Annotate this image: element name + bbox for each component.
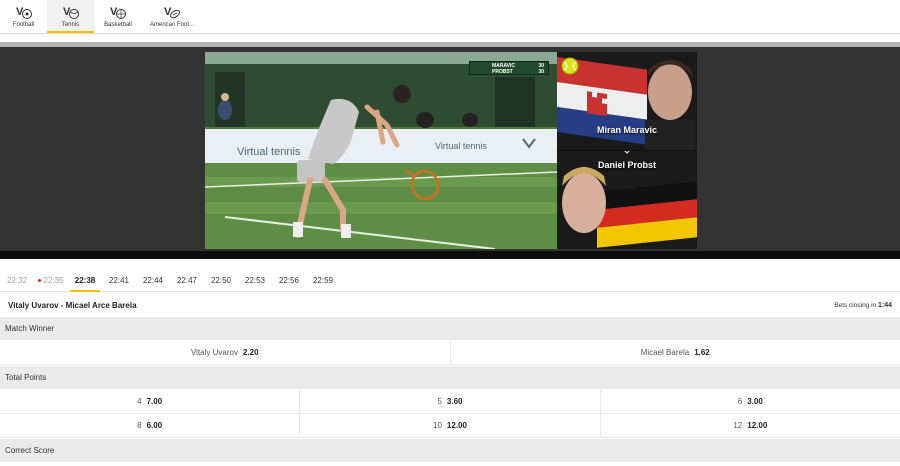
event-header: Vitaly Uvarov - Micael Arce Barela Bets … — [0, 293, 900, 317]
time-slot[interactable]: 22:44 — [136, 268, 170, 292]
closing-label: Bets closing in — [834, 301, 877, 309]
slot-time: 22:41 — [108, 275, 130, 285]
odd-value: 1.62 — [694, 348, 710, 357]
score-player-name: PROBST — [492, 69, 513, 75]
tab-tennis[interactable]: V Tennis — [47, 0, 94, 33]
odd-label: 4 — [137, 397, 142, 406]
market-title: Total Points — [5, 373, 47, 382]
serving-ball-icon — [561, 57, 579, 75]
market-title: Correct Score — [5, 446, 55, 455]
score-row: PROBST 30 — [470, 68, 548, 75]
odd-button[interactable]: 10 12.00 — [300, 414, 601, 437]
american-football-icon: V — [164, 6, 180, 19]
slot-time: 22:35 — [43, 275, 64, 285]
football-icon: V — [16, 6, 32, 19]
odd-label: 6 — [737, 397, 743, 406]
slot-time: 22:44 — [142, 275, 164, 285]
tab-basketball[interactable]: V Basketball — [94, 0, 142, 33]
odd-label: Vitaly Uvarov — [190, 348, 238, 357]
tennis-icon: V — [63, 6, 79, 19]
odd-value: 12.00 — [446, 421, 467, 430]
player-panel: Miran Maravic Daniel Probst — [557, 52, 697, 249]
bets-closing: Bets closing in 1:44 — [834, 302, 892, 309]
odds-row: Vitaly Uvarov 2.20 Micael Barela 1.62 — [0, 341, 900, 365]
slot-time: 22:50 — [210, 275, 232, 285]
player-name: Daniel Probst — [597, 160, 656, 170]
market-header-match-winner[interactable]: Match Winner — [0, 317, 900, 340]
tab-label: Basketball — [104, 22, 132, 28]
time-slot[interactable]: 22:41 — [102, 268, 136, 292]
chevron-down-icon — [624, 151, 630, 154]
odds-row: 4 7.00 5 3.60 6 3.00 — [0, 390, 900, 414]
time-slot[interactable]: 22:50 — [204, 268, 238, 292]
video-player[interactable]: Virtual tennis Virtual tennis MARAVIC 30… — [205, 52, 557, 249]
market-title: Match Winner — [5, 324, 55, 333]
odd-label: 10 — [433, 421, 442, 430]
slot-time: 22:32 — [6, 275, 28, 285]
odd-button[interactable]: Vitaly Uvarov 2.20 — [0, 341, 451, 364]
slot-time: 22:53 — [244, 275, 266, 285]
banner-left-text: Virtual tennis — [237, 146, 301, 158]
odd-value: 3.60 — [446, 397, 463, 406]
player-card: Daniel Probst — [557, 151, 697, 249]
time-slot[interactable]: 22:56 — [272, 268, 306, 292]
closing-countdown: 1:44 — [877, 301, 892, 309]
odd-label: 12 — [733, 421, 743, 430]
sport-tabs: V Football V Tennis V Basketball V Ameri… — [0, 0, 900, 34]
odd-value: 6.00 — [146, 421, 163, 430]
score-value: 30 — [538, 69, 544, 75]
odds-row: 8 6.00 10 12.00 12 12.00 — [0, 414, 900, 438]
score-player-name: MARAVIC — [492, 63, 515, 69]
event-time-slots: 22:32 22:35 22:38 22:41 22:44 22:47 22:5… — [0, 268, 900, 292]
market-header-correct-score[interactable]: Correct Score — [0, 439, 900, 462]
time-slot-active[interactable]: 22:38 — [68, 268, 102, 292]
banner-right-text: Virtual tennis — [435, 141, 487, 151]
tab-label: Tennis — [61, 22, 80, 28]
slot-time: 22:47 — [176, 275, 198, 285]
odd-button[interactable]: Micael Barela 1.62 — [451, 341, 900, 364]
time-slot-live[interactable]: 22:35 — [34, 268, 68, 292]
market-header-total-points[interactable]: Total Points — [0, 366, 900, 389]
odd-label: 8 — [137, 421, 142, 430]
slot-time: 22:56 — [278, 275, 300, 285]
time-slot[interactable]: 22:47 — [170, 268, 204, 292]
stage-footer — [0, 251, 900, 259]
time-slot[interactable]: 22:59 — [306, 268, 340, 292]
slot-time: 22:59 — [312, 275, 334, 285]
odd-value: 3.00 — [747, 397, 763, 406]
odd-label: 5 — [437, 397, 442, 406]
event-title: Vitaly Uvarov - Micael Arce Barela — [8, 300, 137, 310]
tab-label: American Foot... — [149, 22, 194, 28]
basketball-icon: V — [110, 6, 126, 19]
score-value: 30 — [538, 63, 544, 69]
odd-button[interactable]: 6 3.00 — [601, 390, 900, 413]
odd-value: 7.00 — [146, 397, 163, 406]
odd-button[interactable]: 5 3.60 — [300, 390, 601, 413]
odd-button[interactable]: 12 12.00 — [601, 414, 900, 437]
tennis-scene-image: Virtual tennis Virtual tennis — [205, 52, 557, 249]
player-card: Miran Maravic — [557, 52, 697, 150]
odd-label: Micael Barela — [640, 348, 690, 357]
time-slot[interactable]: 22:32 — [0, 268, 34, 292]
slot-time: 22:38 — [74, 275, 96, 285]
odd-button[interactable]: 4 7.00 — [0, 390, 301, 413]
time-slot[interactable]: 22:53 — [238, 268, 272, 292]
tab-label: Football — [12, 22, 35, 28]
tab-american-football[interactable]: V American Foot... — [142, 0, 202, 33]
player-name: Miran Maravic — [596, 125, 658, 135]
live-dot-icon — [38, 278, 42, 282]
odd-button[interactable]: 8 6.00 — [0, 414, 301, 437]
scoreboard: MARAVIC 30 PROBST 30 — [469, 61, 549, 75]
odd-value: 12.00 — [747, 421, 768, 430]
tab-football[interactable]: V Football — [0, 0, 47, 33]
odd-value: 2.20 — [242, 348, 259, 357]
